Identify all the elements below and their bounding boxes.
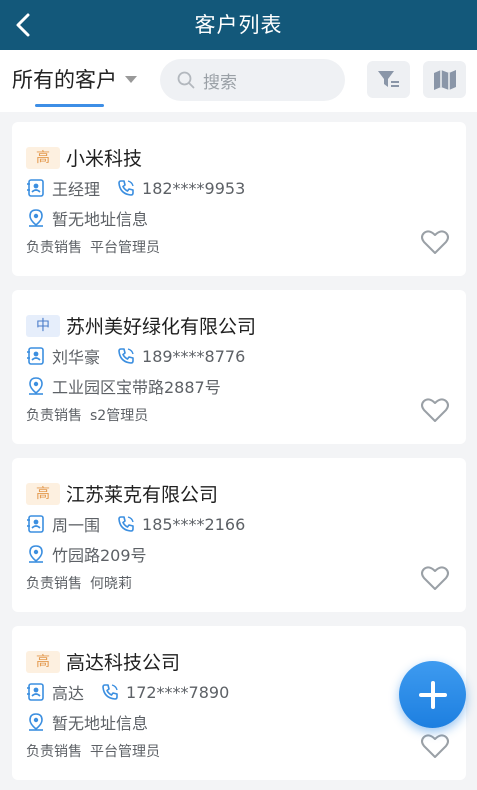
heart-icon[interactable] xyxy=(420,564,450,591)
phone-link[interactable]: 189****8776 xyxy=(116,346,245,366)
page-title: 客户列表 xyxy=(194,13,283,37)
contact-card-icon xyxy=(27,347,44,365)
caret-down-icon xyxy=(125,75,137,83)
contact-name: 周一围 xyxy=(52,516,101,535)
customer-address: 工业园区宝带路2887号 xyxy=(52,378,221,397)
phone-link[interactable]: 185****2166 xyxy=(116,514,245,534)
level-badge: 中 xyxy=(26,314,60,337)
customer-card[interactable]: 高 小米科技 王经理 182****9953 暂无地址信息 负责销售 平台管理员 xyxy=(12,122,466,276)
navigation-bar: 客户列表 xyxy=(0,0,477,50)
phone-link[interactable]: 172****7890 xyxy=(100,682,229,702)
customer-address: 暂无地址信息 xyxy=(52,210,149,229)
heart-icon[interactable] xyxy=(420,228,450,255)
phone-number: 189****8776 xyxy=(142,346,246,366)
location-pin-icon xyxy=(29,209,43,227)
customer-name: 小米科技 xyxy=(66,148,143,170)
map-view-button[interactable] xyxy=(423,61,466,98)
heart-icon[interactable] xyxy=(420,396,450,423)
contact-card-icon xyxy=(27,179,44,197)
phone-number: 182****9953 xyxy=(142,178,246,198)
level-badge: 高 xyxy=(26,146,60,169)
heart-icon[interactable] xyxy=(420,732,450,759)
sales-owner: 何晓莉 xyxy=(90,576,132,592)
location-pin-icon xyxy=(29,377,43,395)
phone-number: 185****2166 xyxy=(142,514,246,534)
contact-name: 王经理 xyxy=(52,180,101,199)
level-badge: 高 xyxy=(26,650,60,673)
phone-icon xyxy=(102,684,118,700)
customer-address: 竹园路209号 xyxy=(52,546,147,565)
sales-label: 负责销售 xyxy=(26,576,82,592)
sales-owner: 平台管理员 xyxy=(90,744,160,760)
customer-name: 高达科技公司 xyxy=(66,652,181,674)
customer-card[interactable]: 中 苏州美好绿化有限公司 刘华豪 189****8776 工业园区宝带路2887… xyxy=(12,290,466,444)
plus-icon xyxy=(418,680,447,709)
sales-label: 负责销售 xyxy=(26,240,82,256)
customer-card[interactable]: 高 江苏莱克有限公司 周一围 185****2166 竹园路209号 负责销售何… xyxy=(12,458,466,612)
scope-label: 所有的客户 xyxy=(12,68,117,92)
phone-icon xyxy=(118,516,134,532)
map-icon xyxy=(433,69,456,90)
customer-list: 高 小米科技 王经理 182****9953 暂无地址信息 负责销售 平台管理员 … xyxy=(12,122,466,790)
add-customer-button[interactable] xyxy=(399,661,466,728)
location-pin-icon xyxy=(29,713,43,731)
customer-card[interactable]: 高 高达科技公司 高达 172****7890 暂无地址信息 负责销售 平台管理员 xyxy=(12,626,466,780)
search-input[interactable]: 搜索 xyxy=(160,59,345,101)
filter-button[interactable] xyxy=(367,61,410,98)
search-placeholder: 搜索 xyxy=(203,72,237,93)
sales-label: 负责销售 xyxy=(26,744,82,760)
contact-card-icon xyxy=(27,683,44,701)
contact-name: 刘华豪 xyxy=(52,348,101,367)
contact-name: 高达 xyxy=(52,684,85,703)
phone-link[interactable]: 182****9953 xyxy=(116,178,245,198)
sales-label: 负责销售 xyxy=(26,408,82,424)
filter-icon xyxy=(377,70,399,87)
customer-name: 江苏莱克有限公司 xyxy=(66,484,219,506)
level-badge: 高 xyxy=(26,482,60,505)
sales-owner: s2管理员 xyxy=(90,408,149,424)
sales-owner: 平台管理员 xyxy=(90,240,160,256)
active-tab-indicator xyxy=(35,104,104,107)
customer-scope-dropdown[interactable]: 所有的客户 xyxy=(12,64,137,94)
contact-card-icon xyxy=(27,515,44,533)
customer-name: 苏州美好绿化有限公司 xyxy=(66,316,257,338)
phone-icon xyxy=(118,348,134,364)
search-icon xyxy=(177,71,195,89)
customer-address: 暂无地址信息 xyxy=(52,714,149,733)
list-toolbar: 所有的客户 搜索 xyxy=(0,50,477,112)
phone-icon xyxy=(118,180,134,196)
location-pin-icon xyxy=(29,545,43,563)
phone-number: 172****7890 xyxy=(126,682,230,702)
